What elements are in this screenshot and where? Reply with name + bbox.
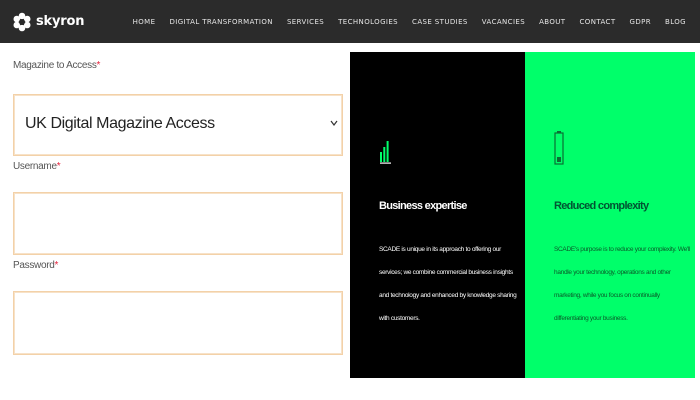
brand-name: skyron: [36, 14, 85, 29]
business-expertise-panel: Business expertise SCADE is unique in it…: [350, 52, 525, 378]
nav-gdpr[interactable]: GDPR: [630, 18, 652, 26]
panel-title: Reduced complexity: [554, 200, 649, 212]
nav-home[interactable]: HOME: [133, 18, 156, 26]
nav-vacancies[interactable]: VACANCIES: [482, 18, 525, 26]
panel-title: Business expertise: [379, 200, 467, 212]
nav-blog[interactable]: BLOG: [665, 18, 686, 26]
username-label: Username*: [13, 161, 61, 172]
nav-contact[interactable]: CONTACT: [580, 18, 616, 26]
magazine-label: Magazine to Access*: [13, 60, 101, 71]
signal-bars-icon: [380, 141, 391, 164]
nav-technologies[interactable]: TECHNOLOGIES: [338, 18, 398, 26]
password-label: Password*: [13, 260, 59, 271]
nav-about[interactable]: ABOUT: [539, 18, 565, 26]
username-field[interactable]: [13, 192, 343, 255]
nav-digital-transformation[interactable]: DIGITAL TRANSFORMATION: [169, 18, 273, 26]
main-nav: HOME DIGITAL TRANSFORMATION SERVICES TEC…: [133, 0, 686, 43]
flower-logo-icon: [13, 12, 31, 31]
battery-icon: [554, 131, 564, 165]
top-navigation-bar: skyron HOME DIGITAL TRANSFORMATION SERVI…: [0, 0, 700, 43]
panel-description: SCADE is unique in its approach to offer…: [379, 246, 517, 322]
password-field[interactable]: [13, 291, 343, 355]
brand-logo[interactable]: skyron: [12, 12, 84, 32]
reduced-complexity-panel: Reduced complexity SCADE's purpose is to…: [525, 52, 695, 378]
nav-services[interactable]: SERVICES: [287, 18, 324, 26]
magazine-select-value: UK Digital Magazine Access: [25, 115, 215, 132]
required-mark: *: [54, 260, 59, 271]
nav-case-studies[interactable]: CASE STUDIES: [412, 18, 468, 26]
required-mark: *: [96, 60, 101, 71]
required-mark: *: [56, 161, 61, 172]
chevron-down-icon: [330, 120, 338, 126]
magazine-select[interactable]: UK Digital Magazine Access: [13, 94, 343, 156]
panel-description: SCADE's purpose is to reduce your comple…: [554, 246, 691, 322]
